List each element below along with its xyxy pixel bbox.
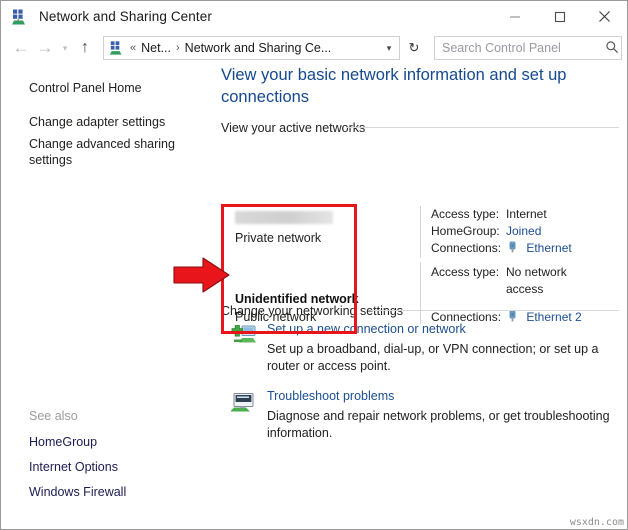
network-sharing-icon (109, 40, 125, 56)
network-details-2: Access type: No network access Connectio… (431, 264, 594, 326)
troubleshoot-icon (230, 391, 257, 415)
section-divider (346, 127, 619, 128)
address-bar[interactable]: « Net... › Network and Sharing Ce... ▾ (103, 36, 400, 60)
ethernet-adapter-icon (506, 241, 519, 254)
sidebar-item-change-adapter-settings[interactable]: Change adapter settings (29, 114, 204, 130)
watermark: wsxdn.com (569, 517, 624, 528)
window-title: Network and Sharing Center (39, 9, 212, 24)
detail-row: Access type: Internet (431, 206, 572, 223)
breadcrumb-chevrons[interactable]: « (130, 42, 136, 54)
detail-row: Access type: No network access (431, 264, 594, 298)
forward-button[interactable]: → (33, 35, 57, 61)
homegroup-status-link[interactable]: Joined (506, 223, 541, 240)
body-area: Control Panel Home Change adapter settin… (1, 64, 627, 529)
network-detail-divider (420, 206, 421, 258)
detail-key: Connections: (431, 241, 502, 255)
sidebar-item-homegroup[interactable]: HomeGroup (29, 434, 204, 450)
search-box[interactable] (434, 36, 622, 60)
task-description: Diagnose and repair network problems, or… (267, 409, 610, 440)
detail-value: Internet (506, 207, 547, 221)
breadcrumb-separator: › (176, 42, 180, 54)
close-button[interactable] (582, 1, 627, 32)
sidebar-item-change-advanced-sharing-settings[interactable]: Change advanced sharing settings (29, 136, 204, 168)
search-icon[interactable] (603, 40, 621, 57)
detail-key: HomeGroup: (431, 224, 500, 238)
see-also-heading: See also (29, 409, 78, 423)
up-button[interactable]: ↑ (73, 35, 97, 61)
chevron-down-icon[interactable]: ▾ (379, 43, 399, 54)
content-pane: View your basic network information and … (213, 64, 627, 529)
page-title: View your basic network information and … (221, 66, 567, 106)
window-controls (492, 1, 627, 32)
red-arrow-annotation (173, 256, 231, 294)
network-sharing-center-window: Network and Sharing Center ← → ▾ ↑ « Net… (0, 0, 628, 530)
sidebar: Control Panel Home Change adapter settin… (1, 64, 213, 529)
detail-key: Access type: (431, 265, 500, 279)
maximize-button[interactable] (537, 1, 582, 32)
task-description: Set up a broadband, dial-up, or VPN conn… (267, 342, 599, 373)
connection-link-ethernet[interactable]: Ethernet (526, 241, 571, 255)
sidebar-item-control-panel-home[interactable]: Control Panel Home (29, 80, 204, 96)
sidebar-item-windows-firewall[interactable]: Windows Firewall (29, 484, 204, 500)
breadcrumb-item-network[interactable]: Net... (141, 41, 171, 55)
sidebar-item-internet-options[interactable]: Internet Options (29, 459, 204, 475)
recent-locations-button[interactable]: ▾ (57, 35, 73, 61)
network-sharing-icon (11, 8, 29, 26)
detail-row: HomeGroup: Joined (431, 223, 572, 240)
address-bar-row: ← → ▾ ↑ « Net... › Network and Sharing C… (1, 32, 627, 64)
refresh-button[interactable]: ↻ (402, 36, 426, 60)
task-link[interactable]: Troubleshoot problems (267, 389, 394, 403)
search-input[interactable] (442, 41, 603, 55)
network-detail-divider (420, 262, 421, 324)
detail-key: Access type: (431, 207, 500, 221)
section-divider (371, 310, 619, 311)
title-bar: Network and Sharing Center (1, 1, 627, 32)
detail-row: Connections: Ethernet (431, 240, 572, 257)
section-heading-active-networks: View your active networks (221, 121, 366, 135)
minimize-button[interactable] (492, 1, 537, 32)
detail-value: No network access (506, 265, 567, 296)
breadcrumb-item-sharing-center[interactable]: Network and Sharing Ce... (185, 41, 332, 55)
highlight-box-annotation (221, 204, 357, 334)
network-details-1: Access type: Internet HomeGroup: Joined … (431, 206, 572, 257)
task-troubleshoot-problems[interactable]: Troubleshoot problems Diagnose and repai… (221, 389, 619, 447)
back-button[interactable]: ← (9, 35, 33, 61)
connection-cell: Ethernet (506, 240, 572, 257)
